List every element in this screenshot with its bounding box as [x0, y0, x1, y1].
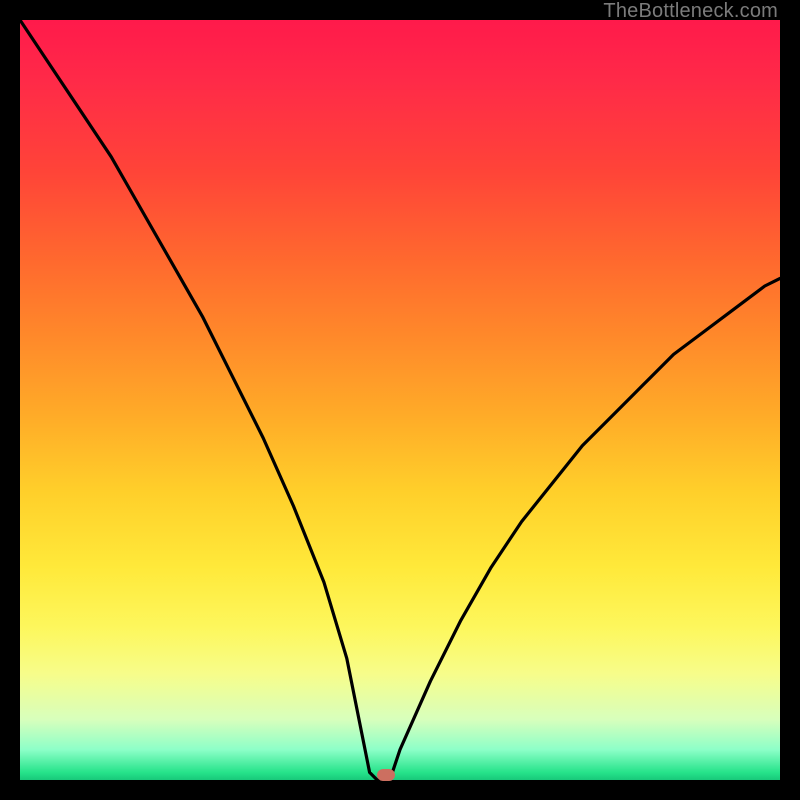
watermark-text: TheBottleneck.com: [603, 0, 778, 23]
bottleneck-curve: [20, 20, 780, 780]
optimum-marker: [377, 769, 395, 781]
chart-frame: TheBottleneck.com: [0, 0, 800, 800]
